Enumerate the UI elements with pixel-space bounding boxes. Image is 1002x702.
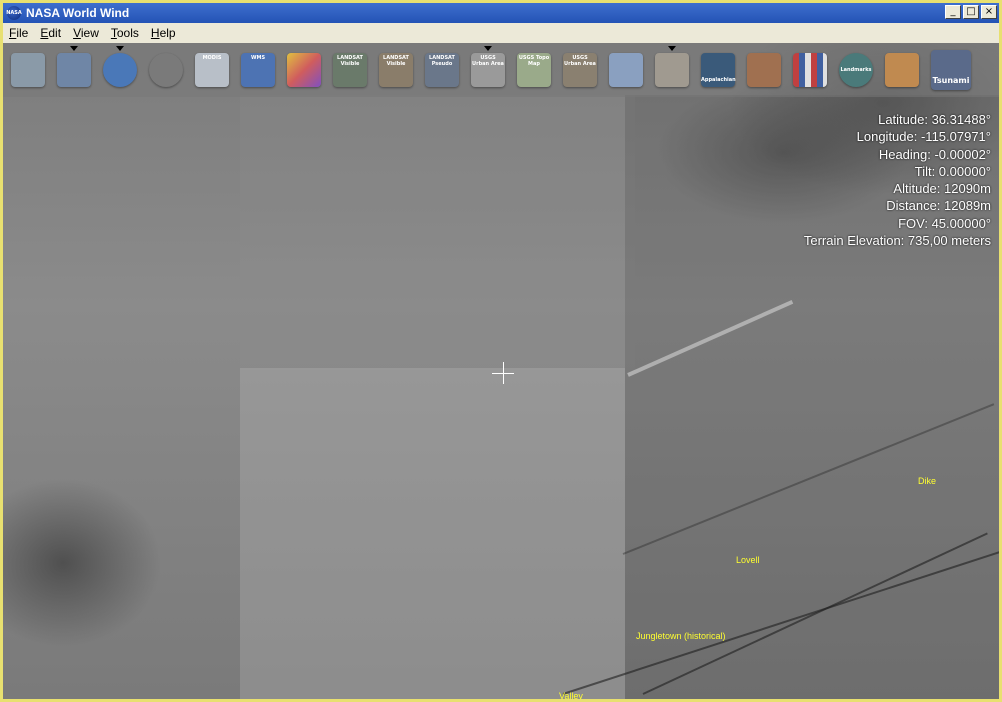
imagery-tile <box>240 95 635 370</box>
title-bar[interactable]: NASA NASA World Wind _ □ × <box>3 3 999 23</box>
menu-file[interactable]: File <box>3 26 34 40</box>
maximize-button[interactable]: □ <box>963 5 979 19</box>
altitude-readout: Altitude: 12090m <box>893 181 991 197</box>
heading-readout: Heading: -0.00002° <box>878 146 991 162</box>
window-title: NASA World Wind <box>26 6 130 20</box>
boundaries-icon[interactable] <box>655 46 689 87</box>
landsat-history-icon[interactable] <box>747 53 781 87</box>
layer-manager-icon[interactable] <box>11 53 45 87</box>
position-info-panel: Latitude: 36.31488° Longitude: -115.0797… <box>804 111 991 249</box>
flags-icon[interactable] <box>793 53 827 87</box>
lat-lon-grid-icon[interactable] <box>57 46 91 87</box>
appalachian-icon[interactable]: Appalachian <box>701 53 736 87</box>
blue-marble-icon[interactable] <box>609 53 643 87</box>
menu-tools[interactable]: Tools <box>105 26 145 40</box>
usa-map-icon[interactable] <box>885 53 919 87</box>
nasa-logo-icon: NASA <box>6 6 22 20</box>
modis-icon[interactable]: MODIS <box>195 53 229 87</box>
landsat-visible-2-icon[interactable]: LANDSAT Visible <box>379 53 413 87</box>
landsat-visible-icon[interactable]: LANDSAT Visible <box>333 53 367 87</box>
crosshair <box>503 362 504 384</box>
globe-viewport[interactable]: MODIS WMS LANDSAT Visible LANDSAT Visibl… <box>3 43 999 699</box>
tilt-readout: Tilt: 0.00000° <box>914 163 991 179</box>
usgs-urban-area-icon[interactable]: USGS Urban Area <box>471 46 505 87</box>
place-finder-icon[interactable] <box>149 53 183 87</box>
longitude-readout: Longitude: -115.07971° <box>856 129 991 145</box>
close-button[interactable]: × <box>981 5 997 19</box>
usgs-topo-map-icon[interactable]: USGS Topo Map <box>517 53 551 87</box>
place-label-lovell[interactable]: Lovell <box>736 555 760 565</box>
imagery-tile <box>240 368 625 699</box>
tsunami-icon[interactable]: Tsunami <box>931 50 971 90</box>
minimize-button[interactable]: _ <box>945 5 961 19</box>
menu-bar: File Edit View Tools Help <box>3 23 999 43</box>
scientific-visualization-icon[interactable] <box>287 53 321 87</box>
latitude-readout: Latitude: 36.31488° <box>878 112 991 127</box>
wms-icon[interactable]: WMS <box>241 53 275 87</box>
place-label-jungletown[interactable]: Jungletown (historical) <box>636 631 726 641</box>
terrain-elevation-readout: Terrain Elevation: 735,00 meters <box>803 233 991 249</box>
place-label-dike[interactable]: Dike <box>918 476 936 486</box>
app-window: NASA NASA World Wind _ □ × File Edit Vie… <box>0 0 1002 702</box>
menu-help[interactable]: Help <box>145 26 182 40</box>
globe-icon[interactable] <box>103 46 137 87</box>
landmarks-icon[interactable]: Landmarks <box>839 53 873 87</box>
distance-readout: Distance: 12089m <box>886 198 991 214</box>
menu-view[interactable]: View <box>67 26 105 40</box>
usgs-urban-area-2-icon[interactable]: USGS Urban Area <box>563 53 597 87</box>
menu-edit[interactable]: Edit <box>34 26 67 40</box>
landsat-pseudo-icon[interactable]: LANDSAT Pseudo <box>425 53 459 87</box>
place-label-valley[interactable]: Valley <box>559 691 583 699</box>
fov-readout: FOV: 45.00000° <box>898 215 991 231</box>
toolbar: MODIS WMS LANDSAT Visible LANDSAT Visibl… <box>3 43 999 97</box>
